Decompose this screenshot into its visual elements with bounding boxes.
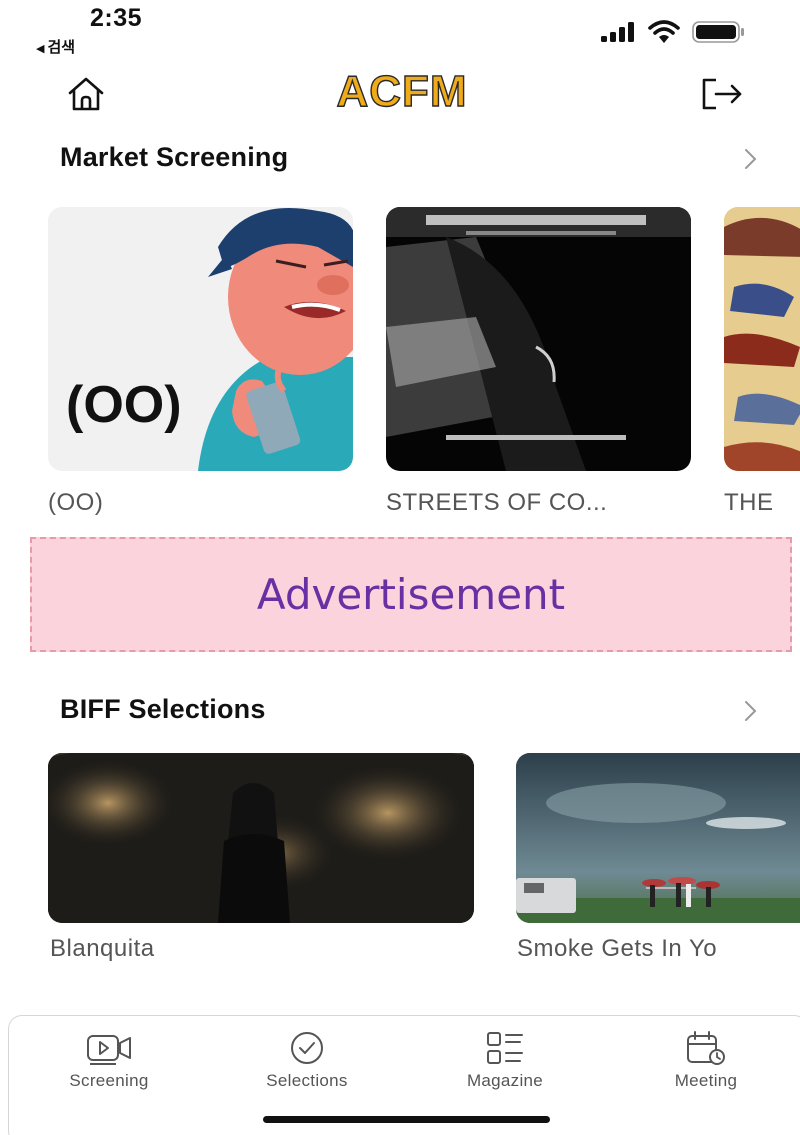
- app-header: ACFM: [0, 62, 800, 122]
- nav-item-magazine[interactable]: Magazine: [425, 1030, 585, 1110]
- home-indicator[interactable]: [263, 1116, 550, 1123]
- wifi-icon: [648, 20, 680, 43]
- film-poster[interactable]: (OO): [48, 207, 353, 471]
- market-screening-carousel[interactable]: (OO) (OO) STREETS OF CO... THE: [0, 207, 800, 517]
- status-bar: 2:35 ◀ 검색: [0, 0, 800, 60]
- list-grid-icon: [487, 1032, 523, 1064]
- poster-title-text: (OO): [66, 376, 182, 434]
- film-still-image: [516, 753, 800, 923]
- film-caption[interactable]: THE: [724, 489, 774, 517]
- home-icon: [68, 77, 104, 111]
- film-caption[interactable]: Smoke Gets In Yo: [517, 935, 717, 963]
- chevron-right-icon: [745, 701, 757, 721]
- biff-selections-carousel[interactable]: Blanquita Smoke Gets In Yo: [0, 753, 800, 973]
- back-to-app-link[interactable]: ◀ 검색: [36, 36, 75, 57]
- back-app-label: 검색: [47, 38, 76, 56]
- film-caption[interactable]: Blanquita: [50, 935, 155, 963]
- film-still[interactable]: [48, 753, 474, 923]
- nav-label: Selections: [266, 1071, 348, 1090]
- logout-icon: [702, 78, 742, 110]
- dark-poster-image: [386, 207, 691, 471]
- market-screening-more-button[interactable]: [736, 144, 766, 174]
- biff-selections-more-button[interactable]: [736, 696, 766, 726]
- chevron-right-icon: [745, 149, 757, 169]
- film-still-image: [48, 753, 474, 923]
- nav-item-meeting[interactable]: Meeting: [626, 1030, 786, 1110]
- film-caption[interactable]: STREETS OF CO...: [386, 489, 607, 517]
- battery-icon: [692, 21, 744, 43]
- cellular-signal-icon: [601, 22, 634, 42]
- video-camera-icon: [87, 1035, 131, 1065]
- film-caption[interactable]: (OO): [48, 489, 103, 517]
- film-poster[interactable]: [386, 207, 691, 471]
- nav-label: Screening: [69, 1071, 149, 1090]
- film-still[interactable]: [516, 753, 800, 923]
- nav-item-screening[interactable]: Screening: [29, 1030, 189, 1110]
- logo-text: ACFM: [336, 66, 468, 116]
- nav-label: Magazine: [466, 1071, 544, 1090]
- advertisement-banner[interactable]: Advertisement: [30, 537, 792, 652]
- market-screening-title: Market Screening: [60, 142, 289, 172]
- film-poster[interactable]: [724, 207, 800, 471]
- system-icons: [600, 18, 746, 46]
- nav-label: Meeting: [674, 1071, 738, 1090]
- home-button[interactable]: [66, 76, 106, 112]
- back-triangle-icon: ◀: [36, 42, 45, 55]
- status-time: 2:35: [90, 4, 143, 32]
- logout-button[interactable]: [698, 76, 746, 112]
- check-circle-icon: [291, 1032, 323, 1064]
- nav-item-selections[interactable]: Selections: [227, 1030, 387, 1110]
- acfm-logo: ACFM: [318, 66, 486, 116]
- biff-selections-title: BIFF Selections: [60, 694, 266, 724]
- painted-poster-image: [724, 207, 800, 471]
- calendar-clock-icon: [687, 1031, 725, 1065]
- advertisement-label: Advertisement: [256, 570, 566, 619]
